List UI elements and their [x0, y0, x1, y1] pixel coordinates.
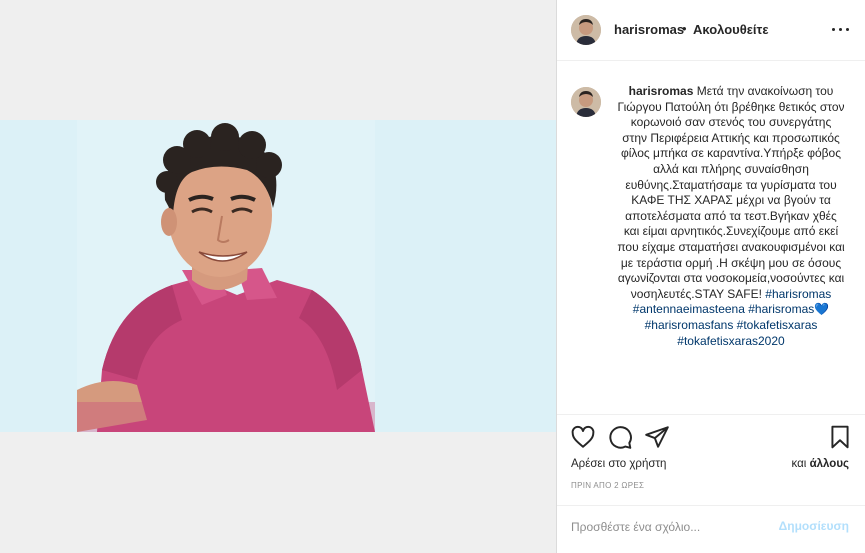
photo-illustration [77, 120, 375, 432]
post-details-panel: harisromas • Ακολουθείτε harisromas Μετά… [556, 0, 865, 553]
media-panel [0, 0, 556, 553]
post-timestamp[interactable]: ΠΡΙΝ ΑΠΟ 2 ΩΡΕΣ [571, 481, 644, 490]
likes-others[interactable]: και άλλους [792, 458, 849, 470]
comment-input[interactable] [571, 518, 771, 536]
bookmark-icon[interactable] [827, 424, 853, 450]
instagram-post-view: harisromas • Ακολουθείτε harisromas Μετά… [0, 0, 865, 553]
post-caption: harisromas Μετά την ανακοίνωση του Γιώργ… [617, 84, 845, 349]
caption-username[interactable]: harisromas [629, 84, 694, 98]
action-bar [557, 424, 865, 452]
likes-text[interactable]: Αρέσει στο χρήστη [571, 458, 666, 470]
divider [557, 505, 865, 506]
more-options-icon[interactable] [832, 23, 850, 35]
heart-icon[interactable] [570, 424, 596, 450]
post-photo[interactable] [77, 120, 375, 432]
author-username[interactable]: harisromas [614, 22, 684, 37]
author-avatar[interactable] [571, 15, 601, 45]
avatar-image [571, 87, 601, 117]
post-comment-button[interactable]: Δημοσίευση [779, 519, 849, 533]
caption-text: Μετά την ανακοίνωση του Γιώργου Πατούλη … [617, 84, 845, 301]
header-separator: • [682, 21, 687, 36]
caption-area: harisromas Μετά την ανακοίνωση του Γιώργ… [557, 62, 865, 414]
post-header: harisromas • Ακολουθείτε [557, 0, 865, 61]
paper-plane-icon[interactable] [644, 424, 670, 450]
following-button[interactable]: Ακολουθείτε [693, 22, 769, 37]
caption-author-avatar[interactable] [571, 87, 601, 117]
avatar-image [571, 15, 601, 45]
likes-others-link[interactable]: άλλους [810, 458, 849, 470]
divider [557, 414, 865, 415]
comment-icon[interactable] [607, 424, 633, 450]
likes-and: και [791, 458, 807, 470]
